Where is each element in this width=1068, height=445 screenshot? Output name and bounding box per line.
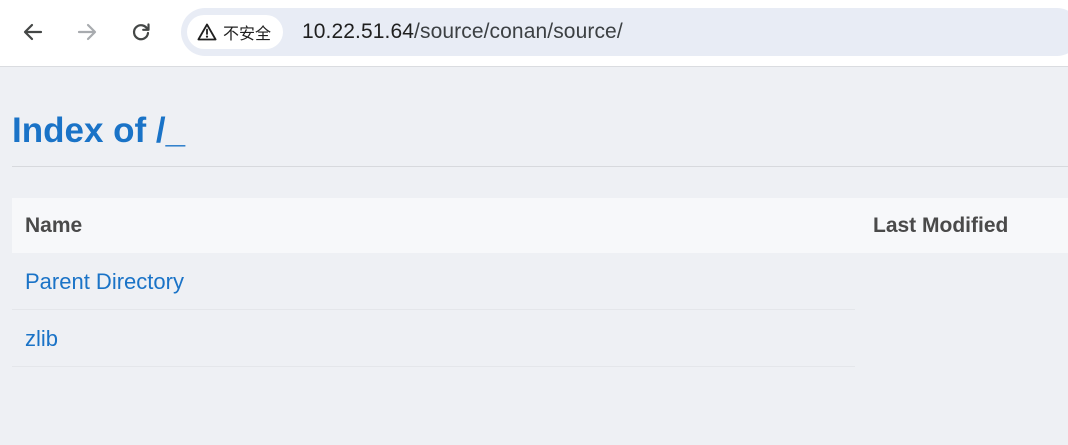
back-button[interactable] [18, 17, 48, 47]
reload-button[interactable] [126, 17, 156, 47]
security-label: 不安全 [223, 24, 272, 43]
security-indicator[interactable]: 不安全 [187, 15, 284, 49]
heading-divider [12, 166, 1068, 167]
browser-toolbar: 不安全 10.22.51.64/source/conan/source/ [0, 0, 1068, 67]
page-title: Index of /_ [12, 111, 186, 150]
table-header: Name Last Modified [12, 198, 1068, 253]
forward-button[interactable] [72, 17, 102, 47]
directory-listing: Name Last Modified Parent Directory zlib [12, 198, 1068, 367]
table-row: zlib [12, 310, 1068, 367]
row-divider [12, 366, 855, 367]
column-header-last-modified[interactable]: Last Modified [873, 214, 1008, 238]
address-bar[interactable]: 不安全 10.22.51.64/source/conan/source/ [181, 8, 1068, 56]
url-path: /source/conan/source/ [414, 20, 623, 43]
arrow-right-icon [77, 23, 97, 41]
warning-icon [197, 23, 217, 41]
table-row: Parent Directory [12, 253, 1068, 310]
parent-directory-link[interactable]: Parent Directory [25, 269, 184, 295]
column-header-name[interactable]: Name [25, 214, 82, 238]
url-text[interactable]: 10.22.51.64/source/conan/source/ [302, 20, 623, 44]
url-host: 10.22.51.64 [302, 20, 415, 43]
page-content: Index of /_ Name Last Modified Parent Di… [0, 67, 1068, 445]
reload-icon [132, 23, 150, 41]
entry-link-zlib[interactable]: zlib [25, 326, 58, 352]
arrow-left-icon [23, 23, 43, 41]
